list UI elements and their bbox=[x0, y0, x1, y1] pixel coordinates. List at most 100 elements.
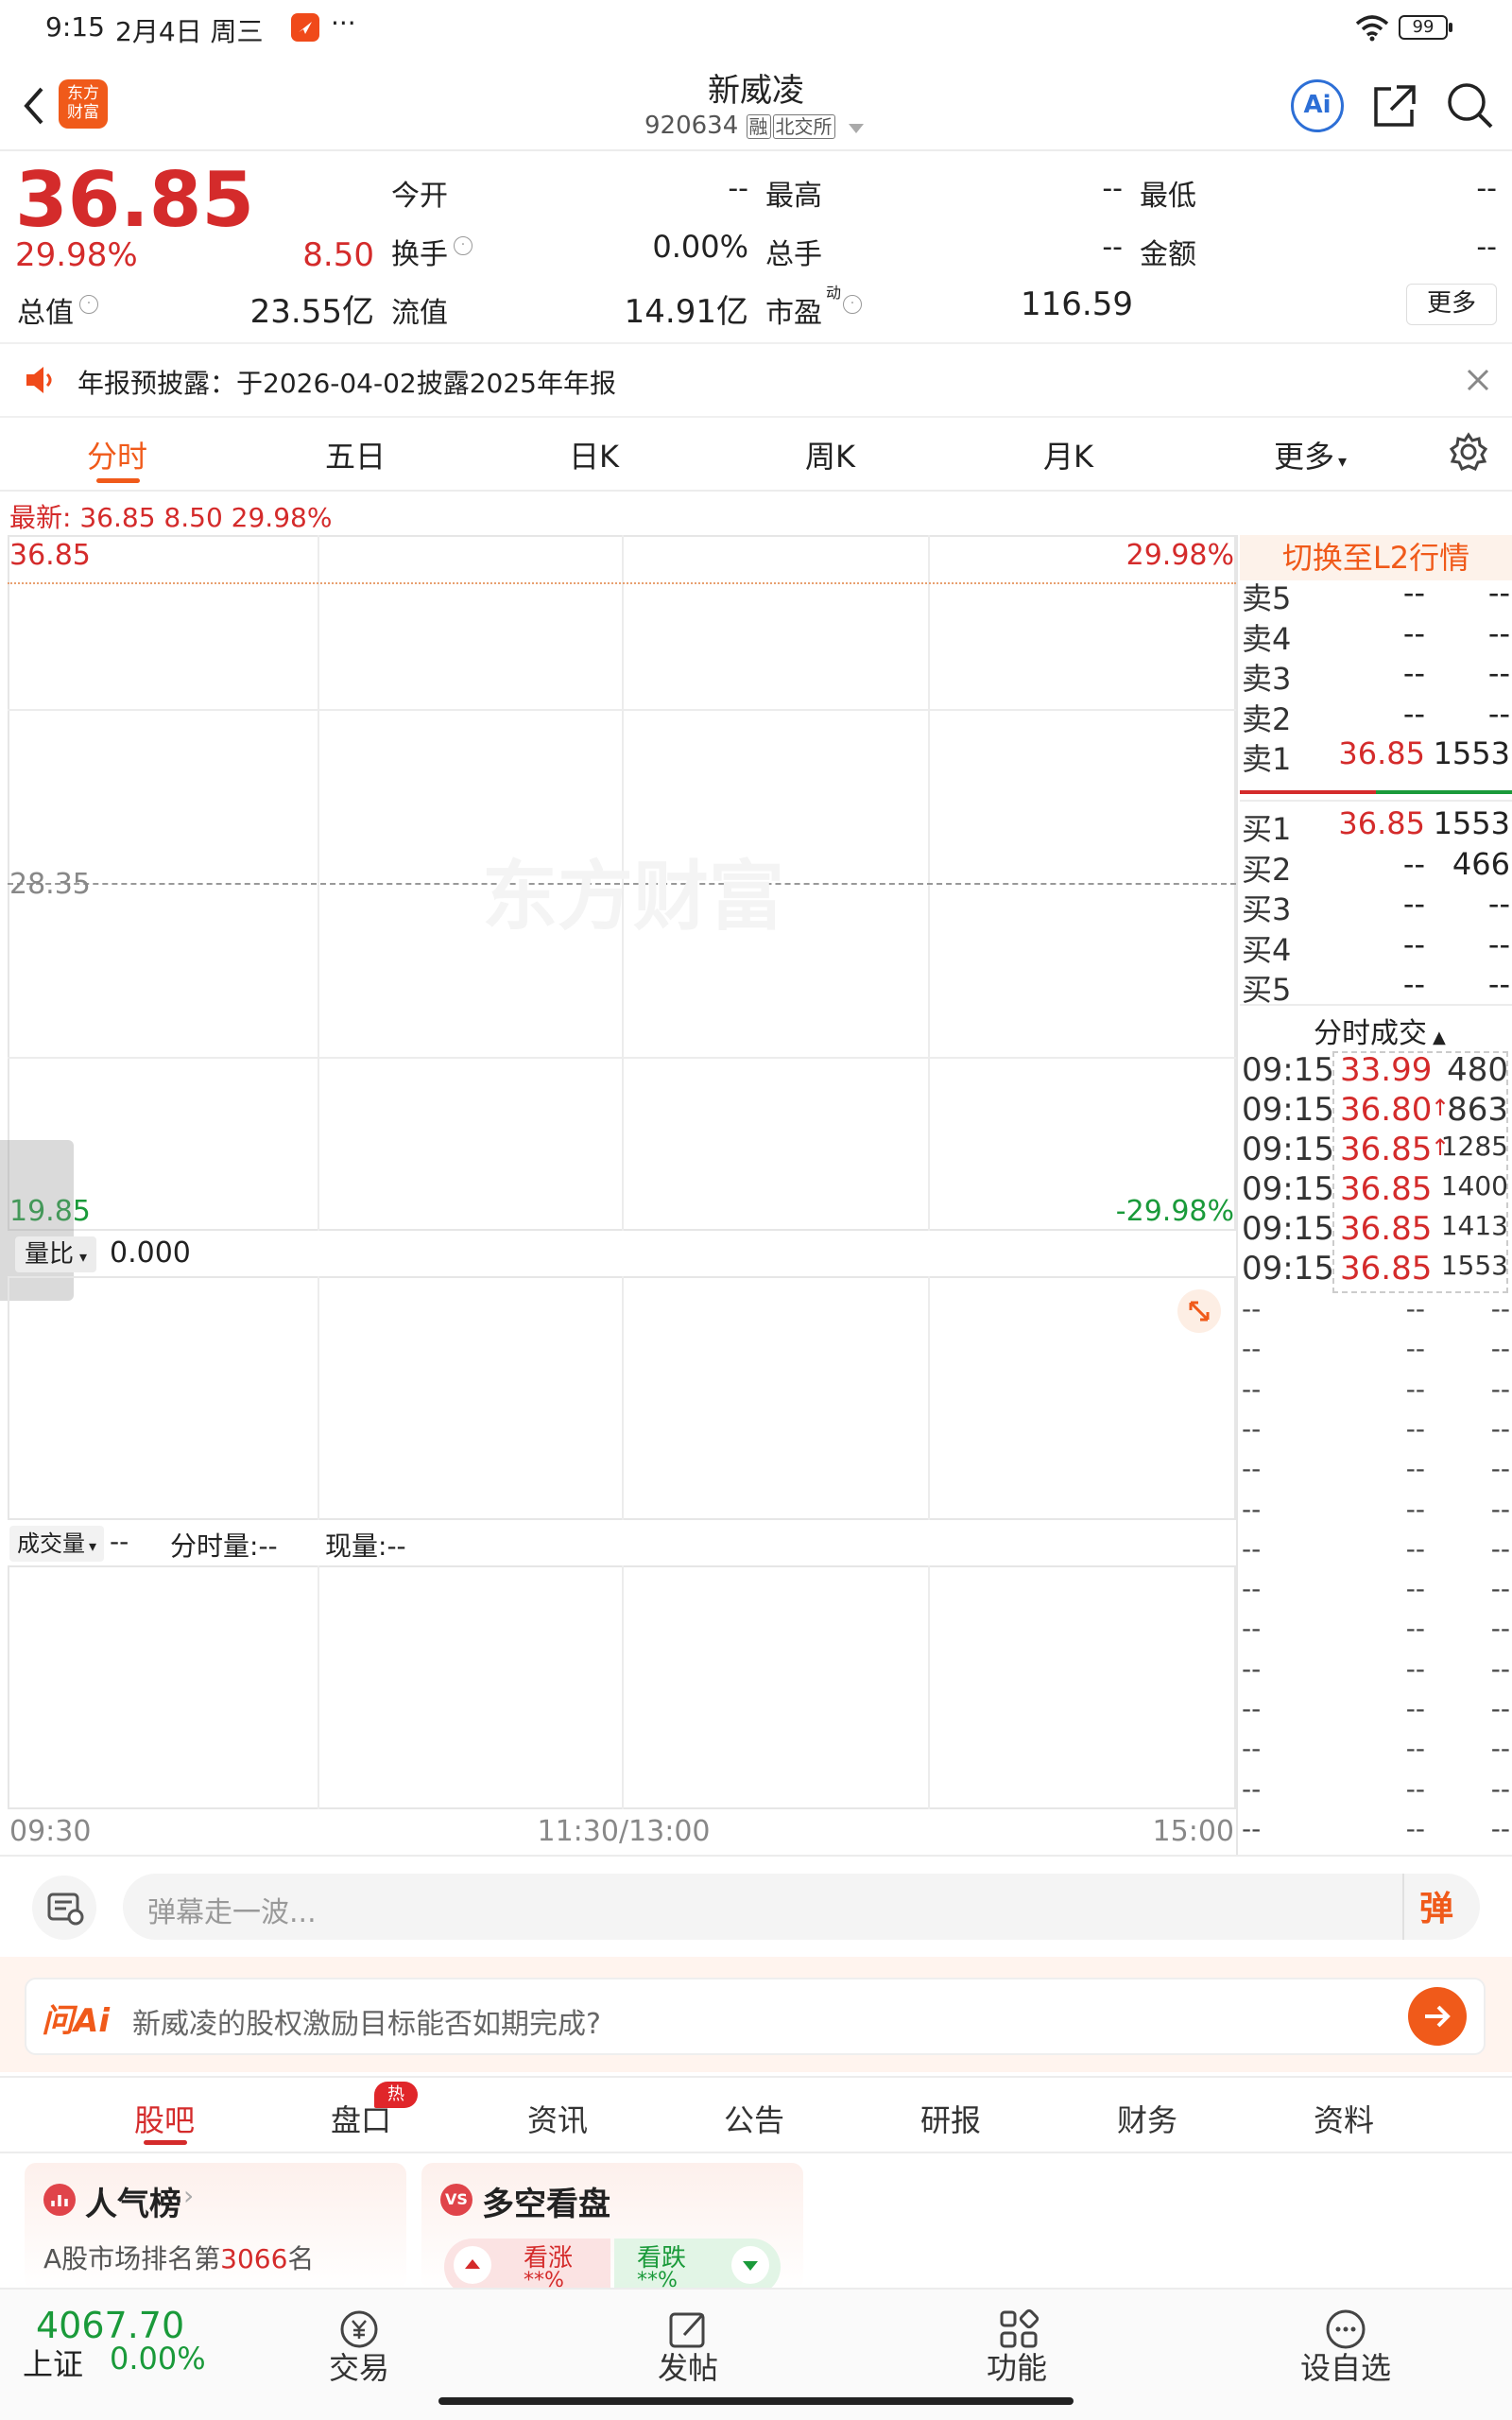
app-logo[interactable]: 东方 财富 bbox=[59, 79, 108, 129]
open-value: -- bbox=[728, 172, 748, 205]
more-quote-button[interactable]: 更多 bbox=[1406, 284, 1497, 325]
tab-daily-k[interactable]: 日K bbox=[569, 433, 619, 476]
exchange-tag: 北交所 bbox=[772, 114, 835, 139]
bid-row: 买4 -- -- bbox=[1240, 926, 1512, 968]
search-icon[interactable] bbox=[1442, 78, 1499, 138]
tick-time: -- bbox=[1242, 1613, 1262, 1645]
tick-time: 09:15 bbox=[1242, 1250, 1334, 1288]
tab-guba[interactable]: 股吧 bbox=[134, 2097, 195, 2140]
tick-price: -- bbox=[1405, 1532, 1425, 1564]
ob-divider bbox=[1240, 1004, 1512, 1006]
up-arrow-icon bbox=[454, 2246, 491, 2284]
status-more: ··· bbox=[331, 8, 356, 39]
danmaku-icon bbox=[47, 1893, 84, 1926]
pe-dynamic-sup: 动 bbox=[826, 284, 842, 302]
ob-volume: -- bbox=[1487, 575, 1510, 611]
tick-row-empty: -- -- -- bbox=[1240, 1613, 1512, 1652]
ratio-selector[interactable]: 量比 ▾ bbox=[15, 1236, 97, 1272]
close-icon[interactable] bbox=[1463, 365, 1493, 399]
tab-announcements[interactable]: 公告 bbox=[724, 2097, 784, 2140]
bear-value: **% bbox=[637, 2269, 678, 2290]
tick-row-empty: -- -- -- bbox=[1240, 1533, 1512, 1573]
share-icon[interactable] bbox=[1368, 79, 1421, 136]
index-name: 上证 bbox=[23, 2346, 84, 2382]
ai-icon[interactable]: Ai bbox=[1291, 79, 1344, 132]
tab-research[interactable]: 研报 bbox=[920, 2097, 981, 2140]
danmaku-input[interactable] bbox=[123, 1874, 1480, 1940]
danmaku-toggle[interactable] bbox=[32, 1876, 96, 1940]
high-value: -- bbox=[1102, 172, 1123, 205]
tick-price: -- bbox=[1405, 1573, 1425, 1605]
tab-news[interactable]: 资讯 bbox=[527, 2097, 588, 2140]
nav-add-watchlist[interactable]: 设自选 bbox=[1270, 2344, 1421, 2388]
info-icon[interactable]: · bbox=[79, 295, 98, 314]
tick-time: -- bbox=[1242, 1412, 1262, 1444]
period-volume: 分时量:-- bbox=[170, 1526, 278, 1564]
info-icon[interactable]: · bbox=[454, 236, 472, 255]
expand-icon[interactable] bbox=[1177, 1289, 1221, 1333]
popularity-rank-number: 3066 bbox=[220, 2243, 288, 2274]
back-button[interactable] bbox=[15, 79, 53, 132]
switch-l2-button[interactable]: 切换至L2行情 bbox=[1240, 535, 1512, 580]
wifi-icon bbox=[1353, 13, 1391, 45]
tick-time: 09:15 bbox=[1242, 1091, 1334, 1129]
tick-price: -- bbox=[1405, 1373, 1425, 1405]
tick-price: -- bbox=[1405, 1652, 1425, 1685]
chart-info-change: 8.50 bbox=[163, 502, 223, 533]
tick-time: 09:15 bbox=[1242, 1170, 1334, 1208]
tick-volume: 863 bbox=[1447, 1091, 1508, 1129]
stock-code-row[interactable]: 920634 融北交所 bbox=[644, 112, 864, 140]
info-icon[interactable]: · bbox=[843, 295, 862, 314]
popularity-card[interactable]: 人气榜 › A股市场排名第3066名 bbox=[25, 2163, 406, 2290]
tab-monthly-k[interactable]: 月K bbox=[1043, 433, 1093, 476]
tab-intraday[interactable]: 分时 bbox=[87, 433, 147, 476]
danmaku-send-button[interactable]: 弹 bbox=[1419, 1881, 1453, 1930]
caret-down-icon: ▾ bbox=[79, 1248, 88, 1266]
float-value: 14.91亿 bbox=[624, 293, 748, 331]
grid-v bbox=[318, 1276, 319, 1520]
caret-up-icon: ▲ bbox=[1433, 1028, 1446, 1047]
tab-finance[interactable]: 财务 bbox=[1117, 2097, 1177, 2140]
bull-bear-card[interactable]: VS 多空看盘 看涨 **% 看跌 **% bbox=[421, 2163, 803, 2290]
chart-badge-icon bbox=[43, 2184, 76, 2216]
caret-down-icon: ▾ bbox=[1338, 452, 1348, 472]
settings-gear-icon[interactable] bbox=[1448, 431, 1489, 476]
ask-row: 卖3 -- -- bbox=[1240, 655, 1512, 697]
danmaku-placeholder: 弹幕走一波... bbox=[147, 1896, 317, 1929]
nav-trade[interactable]: 交易 bbox=[284, 2344, 435, 2388]
tick-row-empty: -- -- -- bbox=[1240, 1773, 1512, 1813]
tab-five-day[interactable]: 五日 bbox=[325, 433, 386, 476]
tick-volume: -- bbox=[1490, 1652, 1510, 1685]
ticks-toggle[interactable]: 分时成交 ▲ bbox=[1314, 1010, 1446, 1051]
ob-level-label: 卖3 bbox=[1242, 661, 1292, 697]
volume-label: 总手 bbox=[765, 238, 822, 271]
tick-time: -- bbox=[1242, 1812, 1262, 1844]
tick-price: -- bbox=[1405, 1812, 1425, 1844]
ob-price: 36.85 bbox=[1338, 735, 1425, 771]
grid-v bbox=[928, 1276, 930, 1520]
bear-button[interactable]: 看跌 **% bbox=[614, 2238, 781, 2290]
volume-selector[interactable]: 成交量 ▾ bbox=[9, 1526, 105, 1562]
ask-ai-go-button[interactable] bbox=[1408, 1987, 1467, 2046]
ob-level-label: 卖5 bbox=[1242, 580, 1292, 616]
bid-row: 买3 -- -- bbox=[1240, 886, 1512, 927]
tick-price: 36.80 bbox=[1340, 1091, 1433, 1129]
ob-price: -- bbox=[1402, 845, 1425, 882]
nav-post[interactable]: 发帖 bbox=[612, 2344, 764, 2388]
bottom-tabs-top bbox=[0, 2076, 1512, 2078]
tick-price: -- bbox=[1405, 1293, 1425, 1324]
tick-volume: -- bbox=[1490, 1573, 1510, 1605]
tab-more[interactable]: 更多 ▾ bbox=[1274, 433, 1347, 476]
tick-time: 09:15 bbox=[1242, 1131, 1334, 1168]
tick-row-empty: -- -- -- bbox=[1240, 1733, 1512, 1772]
nav-functions[interactable]: 功能 bbox=[941, 2344, 1092, 2388]
tick-row-empty: -- -- -- bbox=[1240, 1693, 1512, 1733]
tick-time: -- bbox=[1242, 1733, 1262, 1765]
caret-down-icon: ▾ bbox=[89, 1537, 97, 1555]
tick-price: -- bbox=[1405, 1772, 1425, 1805]
tab-weekly-k[interactable]: 周K bbox=[805, 433, 855, 476]
tick-row-empty: -- -- -- bbox=[1240, 1333, 1512, 1373]
tab-profile[interactable]: 资料 bbox=[1314, 2097, 1374, 2140]
tick-row: 09:15 36.80 ↑ 863 bbox=[1240, 1091, 1512, 1131]
bull-button[interactable]: 看涨 **% bbox=[444, 2238, 610, 2290]
